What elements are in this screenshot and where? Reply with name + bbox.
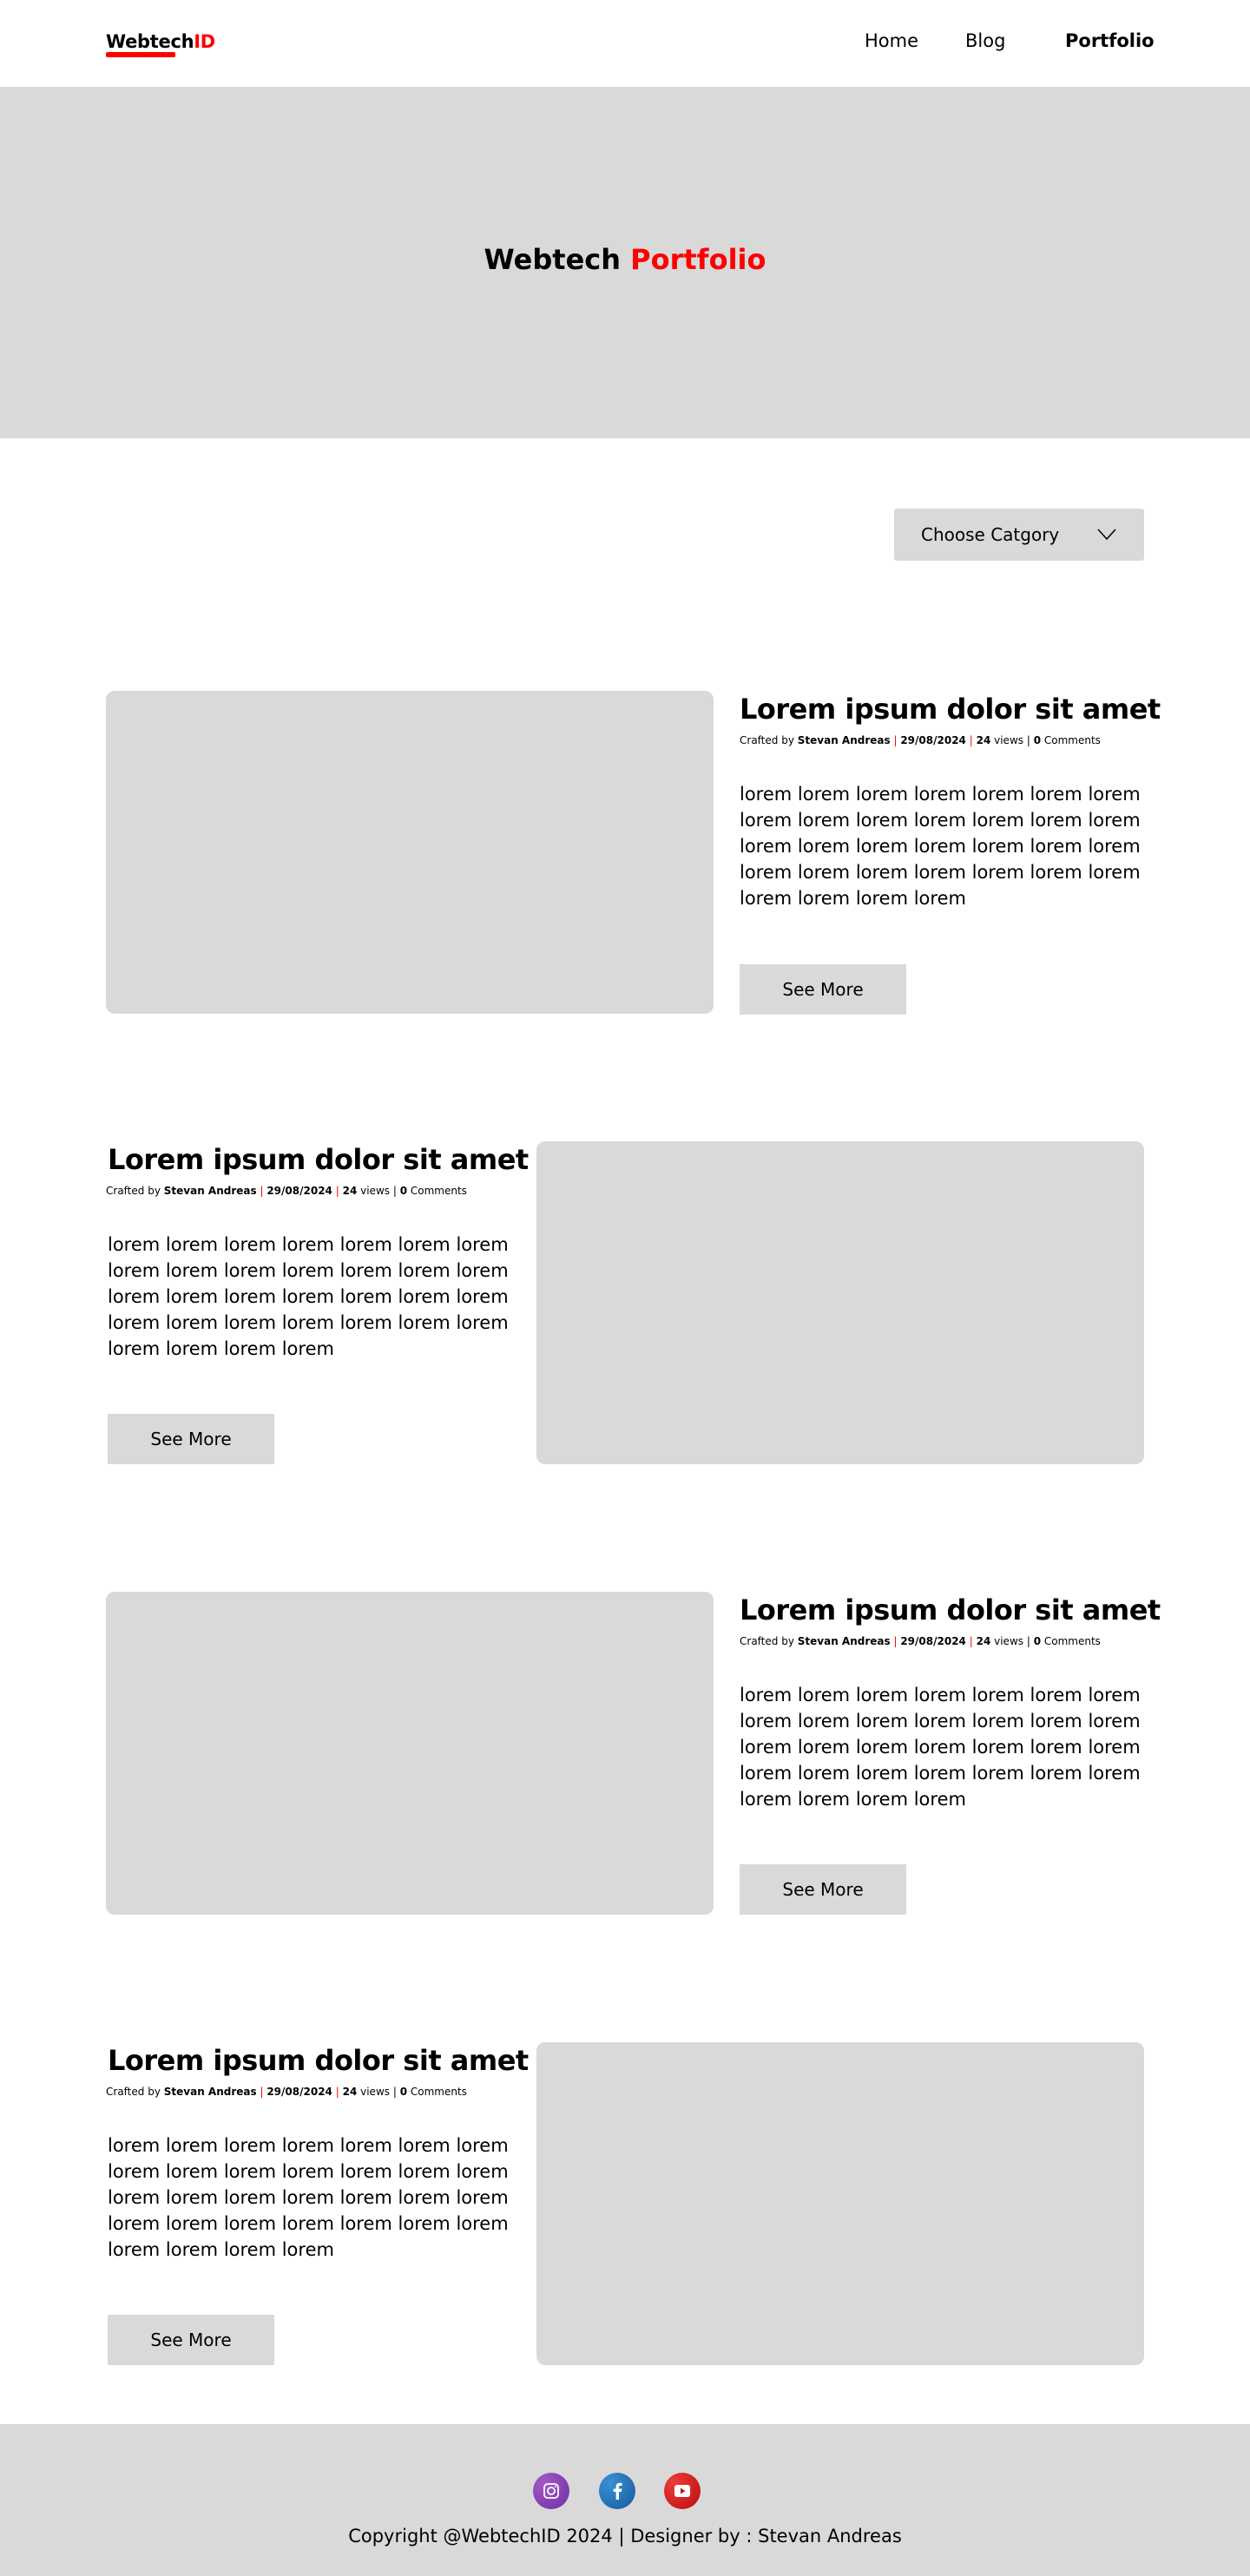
post-comments-count: 0 bbox=[1033, 1635, 1042, 1647]
post-image[interactable] bbox=[106, 691, 714, 1014]
post-date: 29/08/2024 bbox=[266, 1185, 332, 1197]
post-excerpt: lorem lorem lorem lorem lorem lorem lore… bbox=[740, 1685, 1141, 1810]
facebook-icon[interactable] bbox=[599, 2473, 635, 2509]
site-header: WebtechID Home Blog Portfolio bbox=[0, 0, 1250, 87]
post-date: 29/08/2024 bbox=[900, 1635, 966, 1647]
category-dropdown-label: Choose Catgory bbox=[921, 524, 1060, 545]
meta-separator: | bbox=[335, 2086, 339, 2098]
see-more-button[interactable]: See More bbox=[740, 1864, 906, 1915]
post-title[interactable]: Lorem ipsum dolor sit amet bbox=[740, 693, 1161, 726]
crafted-by-label: Crafted by bbox=[740, 1635, 794, 1647]
hero-title-main: Webtech bbox=[484, 243, 622, 276]
post-title[interactable]: Lorem ipsum dolor sit amet bbox=[108, 2044, 529, 2077]
see-more-button[interactable]: See More bbox=[108, 2315, 274, 2365]
meta-separator: | bbox=[260, 2086, 264, 2098]
post-views-label: views bbox=[360, 1185, 391, 1197]
instagram-icon[interactable] bbox=[533, 2473, 569, 2509]
see-more-button[interactable]: See More bbox=[108, 1414, 274, 1464]
post-excerpt: lorem lorem lorem lorem lorem lorem lore… bbox=[108, 1234, 509, 1359]
post-title[interactable]: Lorem ipsum dolor sit amet bbox=[108, 1143, 529, 1176]
post-image[interactable] bbox=[536, 1141, 1144, 1464]
meta-separator: | bbox=[969, 734, 973, 746]
post-author: Stevan Andreas bbox=[163, 2086, 257, 2098]
logo-text: Webtech bbox=[106, 31, 194, 52]
post-image[interactable] bbox=[536, 2042, 1144, 2365]
nav-link-portfolio[interactable]: Portfolio bbox=[1065, 30, 1169, 51]
hero-banner: Webtech Portfolio bbox=[0, 87, 1250, 438]
post-comments-label: Comments bbox=[410, 2086, 467, 2098]
post-comments-label: Comments bbox=[410, 1185, 467, 1197]
post-views-label: views bbox=[994, 734, 1024, 746]
post-views-label: views bbox=[360, 2086, 391, 2098]
post-meta: Crafted by Stevan Andreas | 29/08/2024 |… bbox=[106, 1185, 467, 1197]
post-meta: Crafted by Stevan Andreas | 29/08/2024 |… bbox=[740, 734, 1101, 746]
post-comments-count: 0 bbox=[1033, 734, 1042, 746]
crafted-by-label: Crafted by bbox=[106, 2086, 161, 2098]
post-date: 29/08/2024 bbox=[266, 2086, 332, 2098]
site-logo[interactable]: WebtechID bbox=[106, 31, 215, 57]
copyright-text: Copyright @WebtechID 2024 | Designer by … bbox=[348, 2526, 902, 2546]
post-comments-count: 0 bbox=[399, 2086, 408, 2098]
see-more-button[interactable]: See More bbox=[740, 964, 906, 1015]
post-excerpt: lorem lorem lorem lorem lorem lorem lore… bbox=[108, 2135, 509, 2260]
crafted-by-label: Crafted by bbox=[106, 1185, 161, 1197]
youtube-icon[interactable] bbox=[664, 2473, 701, 2509]
meta-separator: | bbox=[260, 1185, 264, 1197]
post-views-label: views bbox=[994, 1635, 1024, 1647]
post-excerpt: lorem lorem lorem lorem lorem lorem lore… bbox=[740, 784, 1141, 909]
post-views-count: 24 bbox=[976, 1635, 991, 1647]
post-author: Stevan Andreas bbox=[797, 1635, 891, 1647]
nav-link-blog[interactable]: Blog bbox=[965, 30, 1026, 51]
logo-accent-text: ID bbox=[194, 31, 215, 52]
category-dropdown[interactable]: Choose Catgory bbox=[894, 509, 1144, 561]
post-views-count: 24 bbox=[976, 734, 991, 746]
post-comments-label: Comments bbox=[1043, 734, 1101, 746]
chevron-down-icon bbox=[1097, 528, 1116, 544]
post-meta: Crafted by Stevan Andreas | 29/08/2024 |… bbox=[740, 1635, 1101, 1647]
site-footer: Copyright @WebtechID 2024 | Designer by … bbox=[0, 2424, 1250, 2576]
post-date: 29/08/2024 bbox=[900, 734, 966, 746]
crafted-by-label: Crafted by bbox=[740, 734, 794, 746]
post-author: Stevan Andreas bbox=[797, 734, 891, 746]
meta-separator: | bbox=[969, 1635, 973, 1647]
post-views-count: 24 bbox=[342, 2086, 358, 2098]
logo-underline bbox=[106, 52, 175, 57]
meta-separator: | bbox=[893, 734, 898, 746]
post-views-count: 24 bbox=[342, 1185, 358, 1197]
meta-separator: | bbox=[893, 1635, 898, 1647]
meta-separator: | bbox=[335, 1185, 339, 1197]
post-title[interactable]: Lorem ipsum dolor sit amet bbox=[740, 1594, 1161, 1626]
post-comments-label: Comments bbox=[1043, 1635, 1101, 1647]
post-comments-count: 0 bbox=[399, 1185, 408, 1197]
hero-title: Webtech Portfolio bbox=[0, 243, 1250, 276]
post-author: Stevan Andreas bbox=[163, 1185, 257, 1197]
nav-link-home[interactable]: Home bbox=[865, 30, 943, 51]
hero-title-accent: Portfolio bbox=[630, 243, 766, 276]
post-image[interactable] bbox=[106, 1592, 714, 1915]
post-meta: Crafted by Stevan Andreas | 29/08/2024 |… bbox=[106, 2086, 467, 2098]
